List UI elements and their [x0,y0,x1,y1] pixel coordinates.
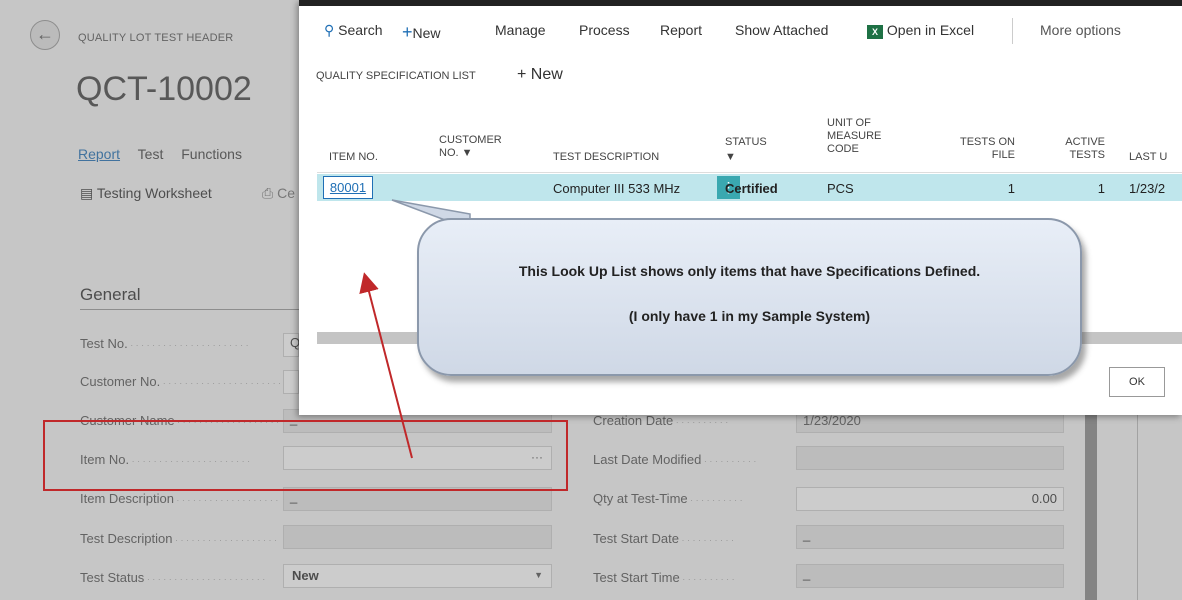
annotation-callout: This Look Up List shows only items that … [417,218,1082,376]
annotation-arrow [359,272,413,459]
callout-line-2: (I only have 1 in my Sample System) [628,308,871,324]
callout-line-1: This Look Up List shows only items that … [518,263,981,279]
